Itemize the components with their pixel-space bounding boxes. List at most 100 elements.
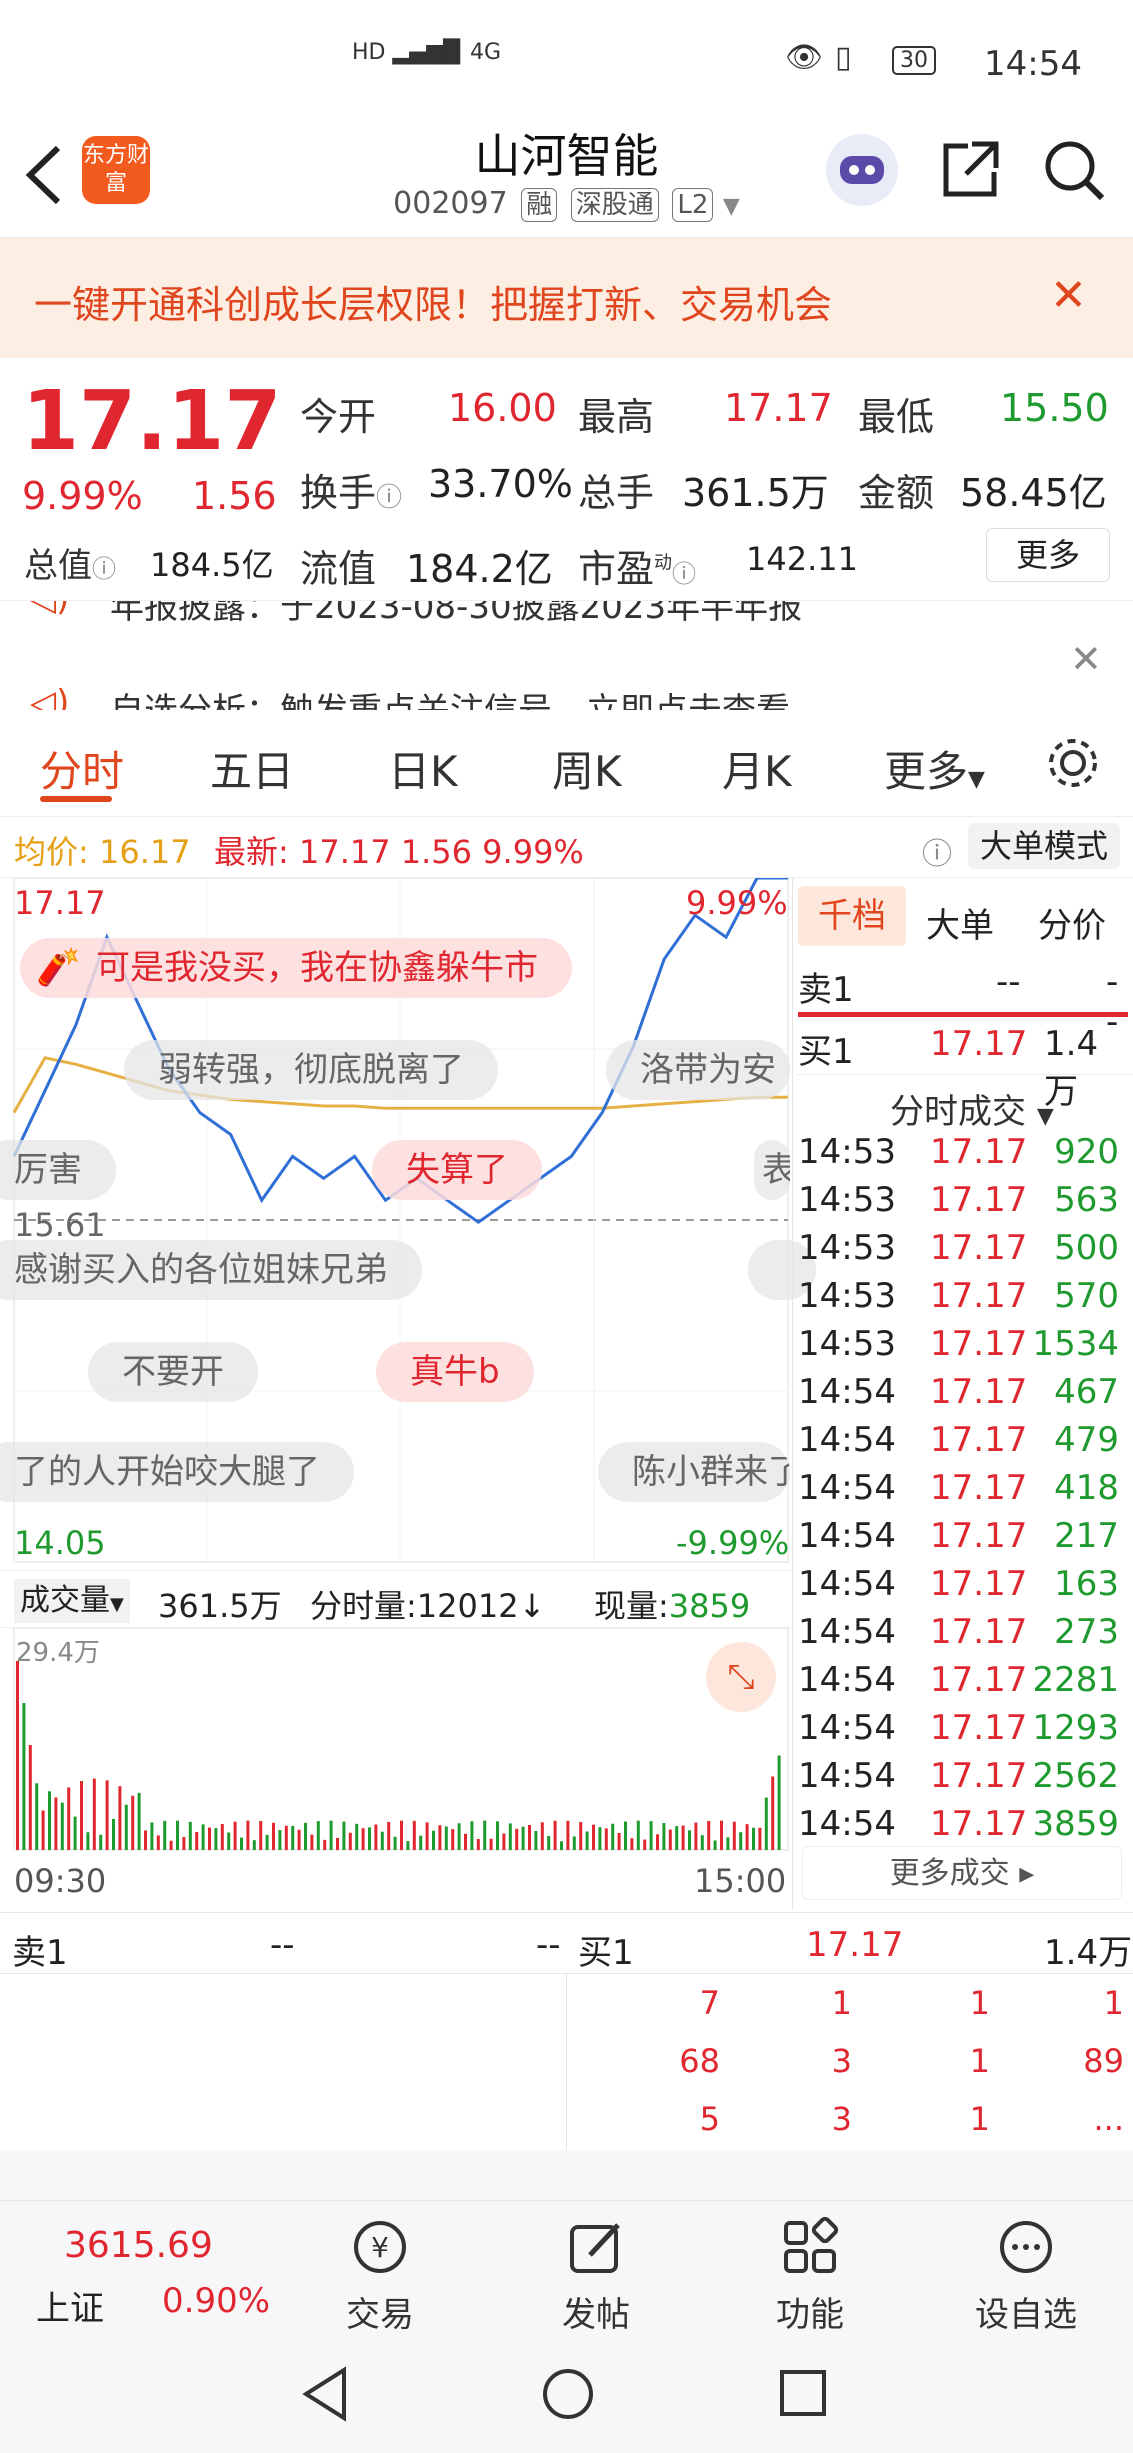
tab-monthly[interactable]: 月K	[722, 738, 792, 799]
tick-volume: 分时量:12012↓	[310, 1587, 546, 1625]
tick-time: 14:54	[798, 1804, 896, 1844]
tag-margin: 融	[521, 188, 558, 222]
volume-bar	[662, 1823, 666, 1850]
block-order-mode-button[interactable]: 大单模式	[968, 823, 1120, 869]
post-icon[interactable]	[566, 2217, 626, 2277]
volume-bar	[195, 1831, 199, 1850]
ob-sell1-vol: --	[536, 1925, 561, 1965]
notice-area[interactable]: ◁) 年报披露：于2023-08-30披露2023年半年报 ◁) 自选分析：触发…	[0, 600, 1133, 710]
volume-bar	[470, 1821, 474, 1850]
buy1-label: 买1	[798, 1032, 854, 1072]
settings-icon[interactable]	[1044, 734, 1102, 792]
notice-close-icon[interactable]: ✕	[1070, 637, 1102, 681]
volume-bar	[496, 1821, 499, 1850]
share-icon[interactable]	[938, 138, 1002, 202]
tab-price-split[interactable]: 分价	[1038, 898, 1106, 947]
help-icon[interactable]: ⓘ	[922, 829, 952, 873]
float-label: 流值	[300, 547, 377, 591]
comment-bubble[interactable]: 不要开	[88, 1342, 258, 1402]
expand-icon[interactable]: ⤡	[706, 1642, 776, 1712]
tick-row: 14:54 17.17 3859	[796, 1804, 1129, 1852]
ob-buy1-price: 17.17	[806, 1925, 904, 1965]
tick-row: 14:54 17.17 418	[796, 1468, 1129, 1516]
queue-cell: 3	[831, 2100, 852, 2138]
open-value: 16.00	[448, 386, 557, 430]
index-name[interactable]: 上证	[36, 2281, 104, 2330]
comment-bubble[interactable]: 真牛b	[376, 1342, 534, 1402]
notice-text-2: 自选分析：触发重点关注信号，立即点击查看	[110, 683, 790, 710]
right-buy1-row: 买1 17.17 1.4万	[796, 1024, 1129, 1112]
nav-recents-icon[interactable]	[778, 2368, 828, 2418]
volume-chart[interactable]	[0, 1628, 790, 1852]
trade-icon[interactable]: ¥	[350, 2217, 410, 2277]
volume-bar	[643, 1839, 647, 1850]
comment-bubble[interactable]: 陈小群来了	[598, 1442, 790, 1502]
nav-post[interactable]: 发帖	[516, 2287, 676, 2336]
nav-back-icon[interactable]	[300, 2366, 350, 2422]
volume-header: 成交量▼ 361.5万 分时量:12012↓ 现量:3859	[0, 1570, 794, 1628]
volume-bar	[758, 1827, 762, 1850]
volume-bar	[22, 1703, 26, 1850]
tick-volume: 570	[1054, 1276, 1119, 1316]
more-ticks-button[interactable]: 更多成交 ▸	[802, 1846, 1122, 1900]
status-bar: HD ▂▄▆█ 4G 👁 ▯ 30 14:54	[0, 0, 1133, 120]
functions-icon[interactable]	[780, 2216, 840, 2277]
tab-daily[interactable]: 日K	[388, 738, 458, 799]
tab-more[interactable]: 更多▼	[884, 738, 985, 799]
tab-5day[interactable]: 五日	[210, 738, 294, 799]
comment-bubble[interactable]: 洛带为安	[606, 1040, 790, 1100]
tab-big-orders[interactable]: 大单	[926, 898, 994, 947]
tab-intraday[interactable]: 分时	[40, 738, 124, 799]
comment-bubble[interactable]: 厉害	[0, 1140, 116, 1200]
volume-bar	[617, 1833, 621, 1850]
tab-indicator	[40, 796, 112, 802]
volume-max-label: 29.4万	[16, 1638, 100, 1668]
chart-top-price: 17.17	[14, 884, 106, 922]
right-sell1-row: 卖1 -- --	[796, 962, 1129, 1042]
high-label: 最高	[578, 395, 655, 439]
queue-cell: ...	[1093, 2100, 1124, 2138]
tick-price: 17.17	[930, 1612, 1028, 1652]
search-icon[interactable]	[1040, 136, 1108, 204]
tick-volume: 500	[1054, 1228, 1119, 1268]
comment-bubble[interactable]: 🧨 可是我没买，我在协鑫躲牛市	[20, 938, 572, 998]
comment-bubble[interactable]: 表	[754, 1140, 790, 1200]
comment-bubble[interactable]: 感谢买入的各位姐妹兄弟	[0, 1240, 422, 1300]
queue-cell: 1	[831, 1984, 852, 2022]
volume-bar	[214, 1827, 218, 1850]
comment-bubble[interactable]: 弱转强，彻底脱离了	[124, 1040, 498, 1100]
index-pct[interactable]: 0.90%	[162, 2281, 270, 2321]
volume-bar	[169, 1840, 173, 1850]
tick-time: 14:53	[798, 1228, 896, 1268]
tick-row: 14:53 17.17 920	[796, 1132, 1129, 1180]
tab-weekly[interactable]: 周K	[552, 738, 622, 799]
nav-functions[interactable]: 功能	[730, 2287, 890, 2336]
nav-add-watchlist[interactable]: 设自选	[946, 2287, 1106, 2336]
chart-bottom-pct: -9.99%	[676, 1524, 790, 1562]
queue-cell: 68	[679, 2042, 720, 2080]
comment-bubble[interactable]: 了的人开始咬大腿了	[0, 1442, 354, 1502]
promo-banner[interactable]: 一键开通科创成长层权限！把握打新、交易机会 ✕	[0, 238, 1133, 358]
tick-price: 17.17	[930, 1228, 1028, 1268]
volume-bar	[150, 1822, 154, 1850]
robot-assistant-icon[interactable]	[826, 134, 898, 206]
volume-bar	[457, 1823, 461, 1850]
ob-buy1-vol: 1.4万	[1044, 1933, 1133, 1973]
comment-bubble[interactable]: 失算了	[372, 1140, 542, 1200]
nav-trade[interactable]: 交易	[300, 2287, 460, 2336]
queue-cell: 1	[969, 2042, 990, 2080]
close-icon[interactable]: ✕	[1050, 270, 1087, 321]
volume-bar	[35, 1783, 39, 1850]
volume-bar	[220, 1824, 224, 1850]
tick-row: 14:54 17.17 479	[796, 1420, 1129, 1468]
nav-home-icon[interactable]	[540, 2366, 596, 2422]
more-dots-icon[interactable]	[996, 2217, 1056, 2277]
tick-list-title[interactable]: 分时成交 ▼	[890, 1084, 1054, 1133]
queue-cell: 1	[969, 2100, 990, 2138]
volume-bar	[208, 1827, 211, 1850]
index-value[interactable]: 3615.69	[64, 2225, 213, 2266]
tab-level-book[interactable]: 千档	[798, 886, 906, 946]
volume-bar	[342, 1821, 346, 1850]
volume-selector[interactable]: 成交量▼	[14, 1579, 130, 1623]
more-button[interactable]: 更多	[986, 528, 1110, 582]
